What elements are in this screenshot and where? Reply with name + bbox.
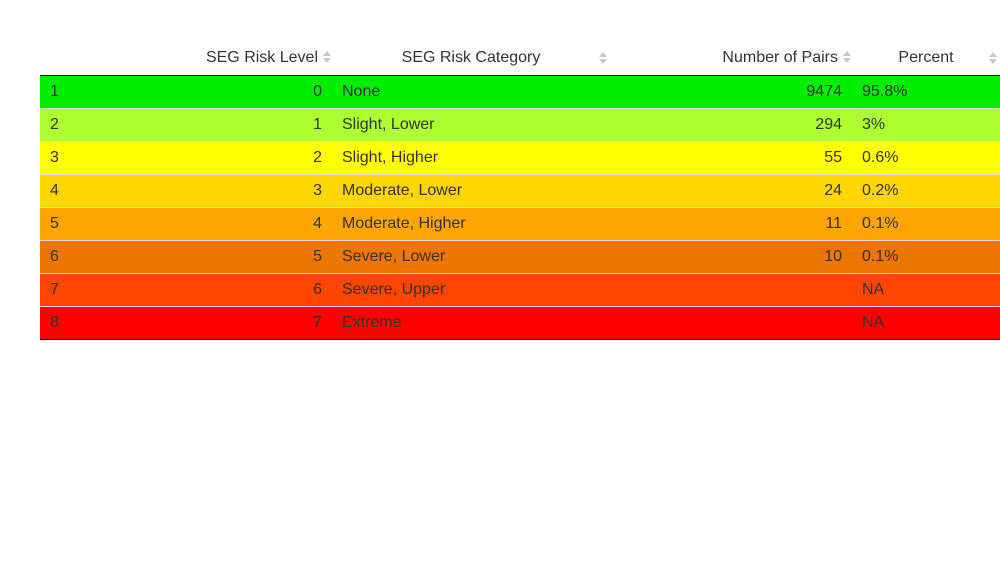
table-row: 4 3 Moderate, Lower 24 0.2% [40, 174, 1000, 208]
percent-cell: 0.1% [852, 240, 1000, 274]
row-index-cell: 2 [40, 108, 160, 142]
seg-risk-category-cell: None [332, 75, 610, 109]
header-number-of-pairs-label: Number of Pairs [722, 48, 838, 66]
seg-risk-level-cell: 3 [160, 174, 332, 208]
sort-arrows-icon[interactable] [598, 51, 608, 67]
row-index-cell: 1 [40, 75, 160, 109]
row-index-cell: 7 [40, 273, 160, 307]
header-seg-risk-category[interactable]: SEG Risk Category [332, 40, 610, 76]
seg-risk-level-cell: 7 [160, 306, 332, 340]
seg-risk-level-cell: 0 [160, 75, 332, 109]
table-header: SEG Risk Level SEG Risk Category Number … [40, 40, 1000, 76]
seg-risk-level-cell: 6 [160, 273, 332, 307]
table-row: 7 6 Severe, Upper NA [40, 273, 1000, 307]
percent-cell: NA [852, 306, 1000, 340]
seg-risk-level-cell: 2 [160, 141, 332, 175]
percent-cell: 0.1% [852, 207, 1000, 241]
percent-cell: 0.6% [852, 141, 1000, 175]
row-index-cell: 3 [40, 141, 160, 175]
seg-risk-level-cell: 4 [160, 207, 332, 241]
percent-cell: 3% [852, 108, 1000, 142]
sort-arrows-icon[interactable] [322, 50, 332, 66]
seg-risk-category-cell: Severe, Lower [332, 240, 610, 274]
row-index-cell: 8 [40, 306, 160, 340]
percent-cell: 0.2% [852, 174, 1000, 208]
sort-arrows-icon[interactable] [842, 50, 852, 66]
number-of-pairs-cell: 55 [610, 141, 852, 175]
table-row: 6 5 Severe, Lower 10 0.1% [40, 240, 1000, 274]
header-percent[interactable]: Percent [852, 40, 1000, 76]
table-row: 2 1 Slight, Lower 294 3% [40, 108, 1000, 142]
row-index-cell: 4 [40, 174, 160, 208]
number-of-pairs-cell: 24 [610, 174, 852, 208]
percent-cell: 95.8% [852, 75, 1000, 109]
seg-risk-table-container: SEG Risk Level SEG Risk Category Number … [40, 40, 1000, 340]
seg-risk-category-cell: Slight, Lower [332, 108, 610, 142]
table-row: 3 2 Slight, Higher 55 0.6% [40, 141, 1000, 175]
table-row: 1 0 None 9474 95.8% [40, 75, 1000, 109]
header-seg-risk-level-label: SEG Risk Level [205, 48, 318, 66]
row-index-cell: 5 [40, 207, 160, 241]
number-of-pairs-cell: 294 [610, 108, 852, 142]
number-of-pairs-cell [610, 306, 852, 340]
seg-risk-table: SEG Risk Level SEG Risk Category Number … [40, 40, 1000, 340]
header-seg-risk-level[interactable]: SEG Risk Level [160, 40, 332, 76]
number-of-pairs-cell: 9474 [610, 75, 852, 109]
seg-risk-category-cell: Slight, Higher [332, 141, 610, 175]
percent-cell: NA [852, 273, 1000, 307]
table-body: 1 0 None 9474 95.8% 2 1 Slight, Lower 29… [40, 75, 1000, 340]
header-index [40, 40, 160, 76]
seg-risk-category-cell: Moderate, Lower [332, 174, 610, 208]
table-row: 8 7 Extreme NA [40, 306, 1000, 340]
seg-risk-category-cell: Moderate, Higher [332, 207, 610, 241]
table-row: 5 4 Moderate, Higher 11 0.1% [40, 207, 1000, 241]
number-of-pairs-cell: 11 [610, 207, 852, 241]
row-index-cell: 6 [40, 240, 160, 274]
sort-arrows-icon[interactable] [988, 51, 998, 67]
number-of-pairs-cell [610, 273, 852, 307]
seg-risk-level-cell: 5 [160, 240, 332, 274]
seg-risk-level-cell: 1 [160, 108, 332, 142]
header-number-of-pairs[interactable]: Number of Pairs [610, 40, 852, 76]
header-percent-label: Percent [898, 48, 954, 66]
number-of-pairs-cell: 10 [610, 240, 852, 274]
seg-risk-category-cell: Extreme [332, 306, 610, 340]
seg-risk-category-cell: Severe, Upper [332, 273, 610, 307]
header-seg-risk-category-label: SEG Risk Category [401, 48, 541, 66]
header-row: SEG Risk Level SEG Risk Category Number … [40, 40, 1000, 76]
